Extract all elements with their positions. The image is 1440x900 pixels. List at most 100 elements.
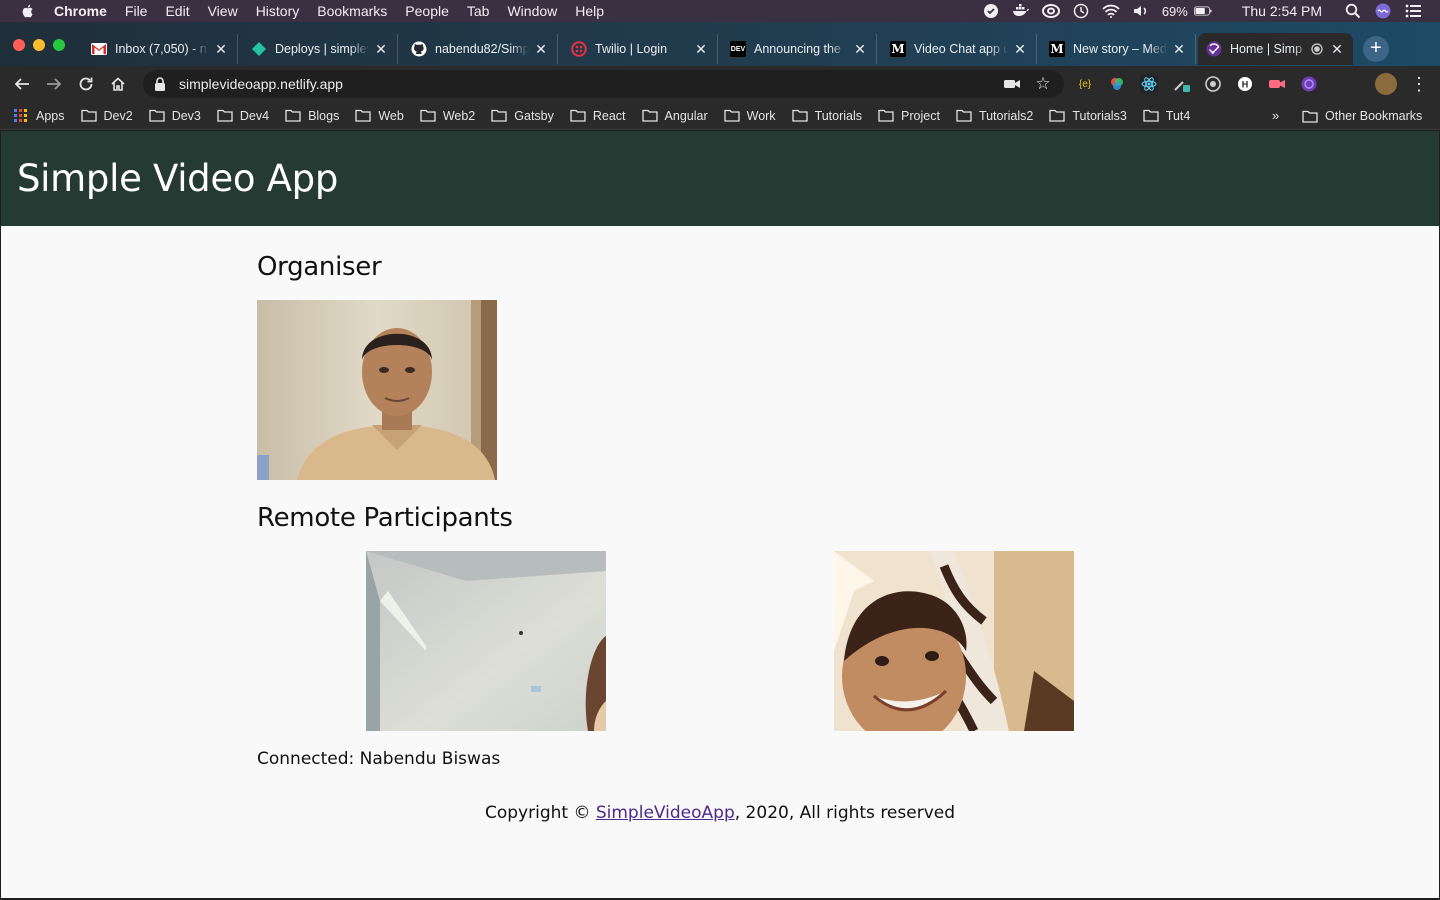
tab-close-icon[interactable]: ✕ (373, 41, 389, 58)
folder-icon (723, 109, 740, 122)
bookmark-star-icon[interactable]: ☆ (1034, 75, 1052, 93)
bookmark-folder[interactable]: Dev4 (217, 109, 269, 123)
menu-bar-clock[interactable]: Thu 2:54 PM (1242, 3, 1322, 19)
bookmark-folder[interactable]: Dev2 (80, 109, 133, 123)
twilio-icon (571, 41, 587, 57)
bookmark-folder[interactable]: Project (878, 109, 940, 123)
battery-percentage: 69% (1161, 3, 1188, 19)
organiser-heading: Organiser (257, 252, 382, 282)
bookmark-folder[interactable]: Tutorials2 (956, 109, 1033, 123)
menu-history[interactable]: History (256, 3, 300, 19)
menu-people[interactable]: People (405, 3, 449, 19)
tab-medium-video-chat[interactable]: M Video Chat app u ✕ (882, 34, 1037, 64)
tab-label: Home | Simp (1230, 42, 1303, 56)
menu-edit[interactable]: Edit (165, 3, 189, 19)
bookmark-folder[interactable]: Dev3 (149, 109, 201, 123)
bookmark-label: React (592, 108, 626, 123)
svg-text:H: H (1242, 80, 1249, 90)
menu-window[interactable]: Window (507, 3, 557, 19)
spotlight-search-icon[interactable] (1344, 3, 1362, 19)
tab-close-icon[interactable]: ✕ (693, 41, 709, 58)
bookmark-folder[interactable]: Web (355, 109, 404, 123)
home-icon[interactable] (107, 73, 129, 95)
bookmark-folder[interactable]: Angular (641, 109, 708, 123)
tab-netlify-deploys[interactable]: Deploys | simplev ✕ (243, 34, 398, 64)
back-arrow-icon[interactable] (11, 73, 33, 95)
battery-icon[interactable] (1193, 3, 1212, 19)
eyedropper-extension-icon[interactable] (1172, 75, 1190, 93)
menu-bookmarks[interactable]: Bookmarks (317, 3, 387, 19)
json-viewer-extension-icon[interactable]: {e} (1076, 75, 1094, 93)
bookmark-label: Gatsby (514, 108, 554, 123)
volume-icon[interactable] (1132, 3, 1150, 19)
profile-avatar[interactable] (1375, 73, 1397, 95)
menu-tab[interactable]: Tab (467, 3, 490, 19)
tab-close-icon[interactable]: ✕ (213, 41, 229, 58)
window-minimize-button[interactable] (33, 39, 45, 51)
target-extension-icon[interactable] (1204, 75, 1222, 93)
camera-in-use-icon[interactable] (1004, 77, 1020, 91)
hootsuite-extension-icon[interactable]: H (1236, 75, 1254, 93)
bookmark-folder[interactable]: Gatsby (491, 109, 554, 123)
tab-home-active[interactable]: Home | Simp ✕ (1198, 33, 1353, 65)
color-picker-extension-icon[interactable] (1108, 75, 1126, 93)
tab-dev-to[interactable]: DEV Announcing the ✕ (722, 34, 877, 64)
bookmark-folder[interactable]: Web2 (420, 109, 475, 123)
tab-close-icon[interactable]: ✕ (1012, 41, 1028, 58)
bookmark-folder[interactable]: Work (723, 109, 776, 123)
folder-icon (570, 109, 586, 122)
window-close-button[interactable] (13, 39, 25, 51)
menu-app-name[interactable]: Chrome (54, 3, 107, 19)
address-bar-url[interactable]: simplevideoapp.netlify.app (179, 76, 343, 92)
chrome-menu-icon[interactable]: ⋮ (1410, 72, 1428, 96)
menu-help[interactable]: Help (575, 3, 604, 19)
tab-close-icon[interactable]: ✕ (533, 41, 549, 58)
tab-label: Inbox (7,050) - n (115, 42, 207, 56)
docker-icon[interactable] (1012, 3, 1030, 19)
folder-icon (355, 109, 371, 122)
menu-file[interactable]: File (125, 3, 148, 19)
siri-icon[interactable] (1374, 3, 1392, 19)
tab-github[interactable]: nabendu82/Simp ✕ (403, 34, 558, 64)
react-devtools-icon[interactable] (1140, 75, 1158, 93)
tab-close-icon[interactable]: ✕ (1329, 41, 1345, 58)
tab-medium-new-story[interactable]: M New story – Med ✕ (1041, 34, 1196, 64)
other-bookmarks[interactable]: Other Bookmarks (1302, 109, 1422, 123)
remote-participant-video (366, 551, 606, 731)
lock-icon[interactable] (153, 77, 167, 91)
tab-twilio[interactable]: Twilio | Login ✕ (563, 34, 718, 64)
menu-view[interactable]: View (208, 3, 238, 19)
address-bar[interactable]: simplevideoapp.netlify.app ☆ (143, 70, 1064, 98)
forward-arrow-icon[interactable] (43, 73, 65, 95)
folder-icon (420, 109, 436, 122)
page-footer: Copyright © SimpleVideoApp, 2020, All ri… (1, 803, 1439, 823)
bookmark-label: Tut4 (1165, 108, 1191, 123)
creative-cloud-icon[interactable] (1041, 3, 1060, 19)
reload-icon[interactable] (75, 73, 97, 95)
bookmark-label: Project (901, 108, 940, 123)
time-machine-icon[interactable] (1072, 3, 1090, 19)
tab-close-icon[interactable]: ✕ (1171, 41, 1187, 58)
bookmark-folder[interactable]: Tutorials3 (1049, 109, 1127, 123)
new-tab-button[interactable]: + (1363, 36, 1389, 62)
tab-gmail[interactable]: Inbox (7,050) - n ✕ (83, 34, 238, 64)
tab-close-icon[interactable]: ✕ (852, 41, 868, 58)
bookmark-apps[interactable]: Apps (14, 108, 65, 123)
bookmark-folder[interactable]: Blogs (285, 109, 339, 123)
screen-recorder-extension-icon[interactable] (1268, 75, 1286, 93)
bookmarks-overflow-button[interactable]: » (1272, 108, 1279, 123)
window-zoom-button[interactable] (53, 39, 65, 51)
bookmark-folder[interactable]: Tutorials (791, 109, 862, 123)
todo-check-icon[interactable] (982, 3, 1000, 19)
wifi-icon[interactable] (1102, 3, 1120, 19)
folder-icon (1302, 110, 1318, 123)
folder-icon (1049, 109, 1066, 122)
folder-icon (149, 109, 165, 122)
bookmark-folder[interactable]: React (570, 109, 626, 123)
bookmark-label: Tutorials2 (978, 108, 1034, 123)
footer-site-link[interactable]: SimpleVideoApp (596, 803, 735, 823)
apple-icon[interactable] (20, 3, 36, 19)
bookmark-folder[interactable]: Tut4 (1143, 108, 1191, 123)
notification-center-icon[interactable] (1404, 3, 1422, 19)
purple-circle-extension-icon[interactable] (1300, 75, 1318, 93)
